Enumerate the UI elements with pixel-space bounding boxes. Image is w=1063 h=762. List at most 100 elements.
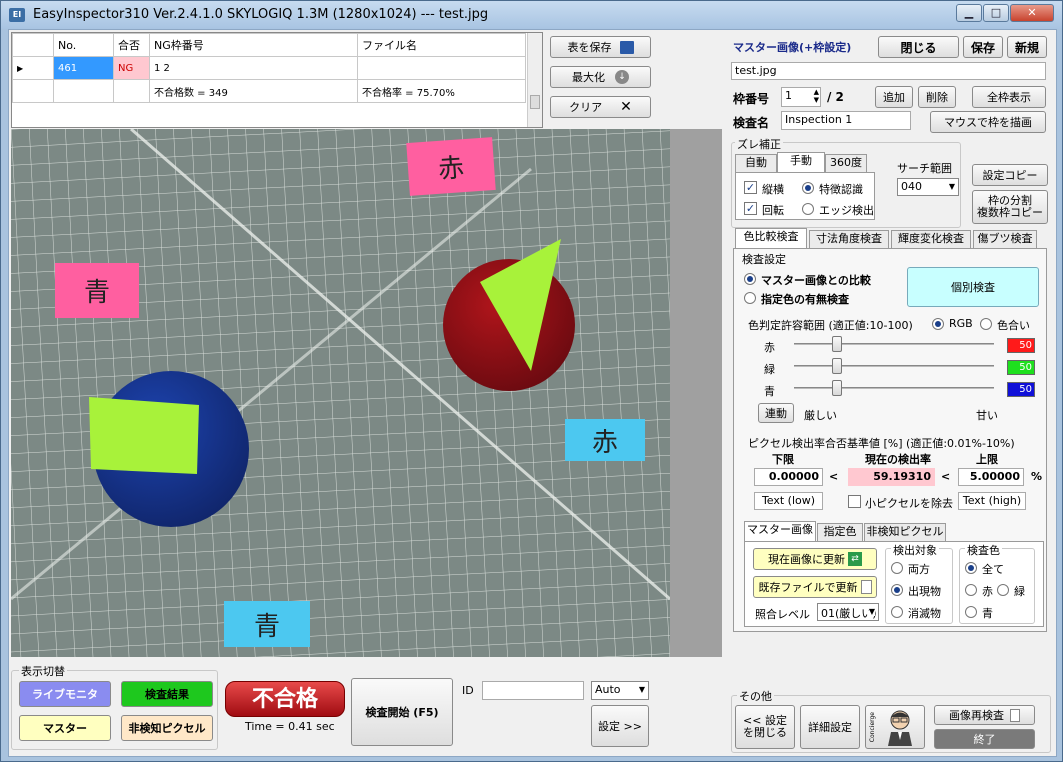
appeared-radio[interactable]	[891, 584, 903, 596]
cell-result[interactable]	[113, 79, 150, 103]
disappeared-radio[interactable]	[891, 606, 903, 618]
header-ng-frame[interactable]: NG枠番号	[149, 33, 358, 57]
feature-radio[interactable]	[802, 182, 814, 194]
individual-inspect-button[interactable]: 個別検査	[907, 267, 1039, 307]
table-row[interactable]: ▶ 461 NG 1 2	[12, 56, 526, 80]
new-master-button[interactable]: 新規	[1007, 36, 1047, 58]
hue-radio[interactable]	[980, 318, 992, 330]
header-result[interactable]: 合否	[113, 33, 150, 57]
live-monitor-button[interactable]: ライブモニタ	[19, 681, 111, 707]
tab-brightness[interactable]: 輝度変化検査	[891, 230, 971, 248]
exit-button[interactable]: 終了	[934, 729, 1035, 749]
maximize-button[interactable]: □	[983, 4, 1009, 22]
vertical-checkbox[interactable]: ✓	[744, 181, 757, 194]
concierge-button[interactable]: Concierge	[865, 705, 925, 749]
red-color-radio[interactable]	[965, 584, 977, 596]
table-scrollbar[interactable]	[527, 33, 542, 127]
settings-toggle-button[interactable]: 設定 >>	[591, 705, 649, 747]
search-range-select[interactable]: 040 ▼	[897, 178, 959, 196]
remove-small-label: 小ピクセルを除去	[865, 497, 953, 510]
cell-file[interactable]	[357, 56, 526, 80]
all-color-radio[interactable]	[965, 562, 977, 574]
tab-color-compare[interactable]: 色比較検査	[735, 228, 807, 248]
id-field[interactable]	[482, 681, 584, 700]
close-button[interactable]: ✕	[1010, 4, 1054, 22]
delete-frame-button[interactable]: 削除	[918, 86, 956, 108]
match-level-select[interactable]: 01(厳しい) ▼	[817, 603, 879, 621]
table-row[interactable]: 不合格数 = 349 不合格率 = 75.70%	[12, 79, 526, 103]
rgb-radio[interactable]	[932, 318, 944, 330]
edge-radio[interactable]	[802, 203, 814, 215]
lower-limit-field[interactable]: 0.00000	[754, 468, 823, 486]
specified-color-radio[interactable]	[744, 292, 756, 304]
tab-auto[interactable]: 自動	[735, 154, 777, 172]
close-master-button[interactable]: 閉じる	[878, 36, 959, 58]
sticky-note-red-1: 赤	[406, 137, 496, 196]
tab-manual[interactable]: 手動	[777, 152, 825, 172]
start-inspection-button[interactable]: 検査開始 (F5)	[351, 678, 453, 746]
update-current-button[interactable]: 現在画像に更新 ⇄	[753, 548, 877, 570]
update-file-button[interactable]: 既存ファイルで更新	[753, 576, 877, 598]
text-low-field[interactable]: Text (low)	[754, 492, 823, 510]
header-filename[interactable]: ファイル名	[357, 33, 526, 57]
red-slider-thumb[interactable]	[832, 336, 842, 352]
blue-slider-thumb[interactable]	[832, 380, 842, 396]
spinner-arrows-icon[interactable]: ▲ ▼	[814, 88, 819, 104]
link-button[interactable]: 連動	[758, 403, 794, 423]
inspection-name-field[interactable]: Inspection 1	[781, 111, 911, 130]
red-slider[interactable]	[794, 335, 994, 355]
text-high-field[interactable]: Text (high)	[958, 492, 1026, 510]
feature-label: 特徴認識	[819, 183, 863, 196]
tab-specified-color[interactable]: 指定色	[817, 523, 863, 541]
green-color-radio[interactable]	[997, 584, 1009, 596]
tab-dimension[interactable]: 寸法角度検査	[809, 230, 889, 248]
camera-image[interactable]: 赤 青 赤 青	[11, 129, 670, 657]
tab-360[interactable]: 360度	[825, 154, 867, 172]
results-table[interactable]: No. 合否 NG枠番号 ファイル名 ▶ 461 NG 1 2 不合格数 = 3	[11, 32, 543, 128]
green-slider[interactable]	[794, 357, 994, 377]
remove-small-checkbox[interactable]	[848, 495, 861, 508]
scroll-thumb[interactable]	[530, 95, 540, 109]
frame-number-spinner[interactable]: 1 ▲ ▼	[781, 87, 821, 107]
tab-scratch[interactable]: 傷ブツ検査	[973, 230, 1037, 248]
rotation-checkbox[interactable]: ✓	[744, 202, 757, 215]
save-table-button[interactable]: 表を保存	[550, 36, 651, 58]
cell-ng-frame[interactable]: 1 2	[149, 56, 358, 80]
draw-frame-button[interactable]: マウスで枠を描画	[930, 111, 1046, 133]
cell-no[interactable]	[53, 79, 114, 103]
add-frame-button[interactable]: 追加	[875, 86, 913, 108]
cell-no[interactable]: 461	[53, 56, 114, 80]
split-frame-button[interactable]: 枠の分割 複数枠コピー	[972, 190, 1048, 224]
blue-slider[interactable]	[794, 379, 994, 399]
cell-result[interactable]: NG	[113, 56, 150, 80]
header-no[interactable]: No.	[53, 33, 114, 57]
copy-settings-button[interactable]: 設定コピー	[972, 164, 1048, 186]
chevron-down-icon: ▼	[868, 607, 875, 616]
save-master-button[interactable]: 保存	[963, 36, 1003, 58]
auto-select[interactable]: Auto ▼	[591, 681, 649, 700]
blue-value: 50	[1007, 382, 1035, 397]
compare-master-radio[interactable]	[744, 273, 756, 285]
maximize-table-button[interactable]: 最大化 ↓	[550, 66, 651, 88]
vertical-label: 縦横	[762, 183, 784, 196]
inspect-result-button[interactable]: 検査結果	[121, 681, 213, 707]
close-settings-button[interactable]: << 設定 を閉じる	[735, 705, 795, 749]
minimize-button[interactable]: ▁	[956, 4, 982, 22]
master-view-button[interactable]: マスター	[19, 715, 111, 741]
reinspect-button[interactable]: 画像再検査	[934, 705, 1035, 725]
title-bar[interactable]: EI EasyInspector310 Ver.2.4.1.0 SKYLOGIQ…	[1, 1, 1062, 29]
both-radio[interactable]	[891, 562, 903, 574]
tab-undetected-pixel[interactable]: 非検知ピクセル	[864, 523, 946, 541]
tab-master-image[interactable]: マスター画像	[744, 521, 816, 541]
upper-limit-field[interactable]: 5.00000	[958, 468, 1024, 486]
upper-label: 上限	[976, 453, 998, 466]
cell-ng-rate[interactable]: 不合格率 = 75.70%	[357, 79, 526, 103]
blue-color-radio[interactable]	[965, 606, 977, 618]
clear-table-button[interactable]: クリア ✕	[550, 96, 651, 118]
green-slider-thumb[interactable]	[832, 358, 842, 374]
detail-settings-button[interactable]: 詳細設定	[800, 705, 860, 749]
cell-ng-count[interactable]: 不合格数 = 349	[149, 79, 358, 103]
color-compare-panel: 検査設定 マスター画像との比較 指定色の有無検査 個別検査 色判定許容範囲 (適…	[733, 248, 1047, 632]
show-all-frames-button[interactable]: 全枠表示	[972, 86, 1046, 108]
undetected-pixel-button[interactable]: 非検知ピクセル	[121, 715, 213, 741]
